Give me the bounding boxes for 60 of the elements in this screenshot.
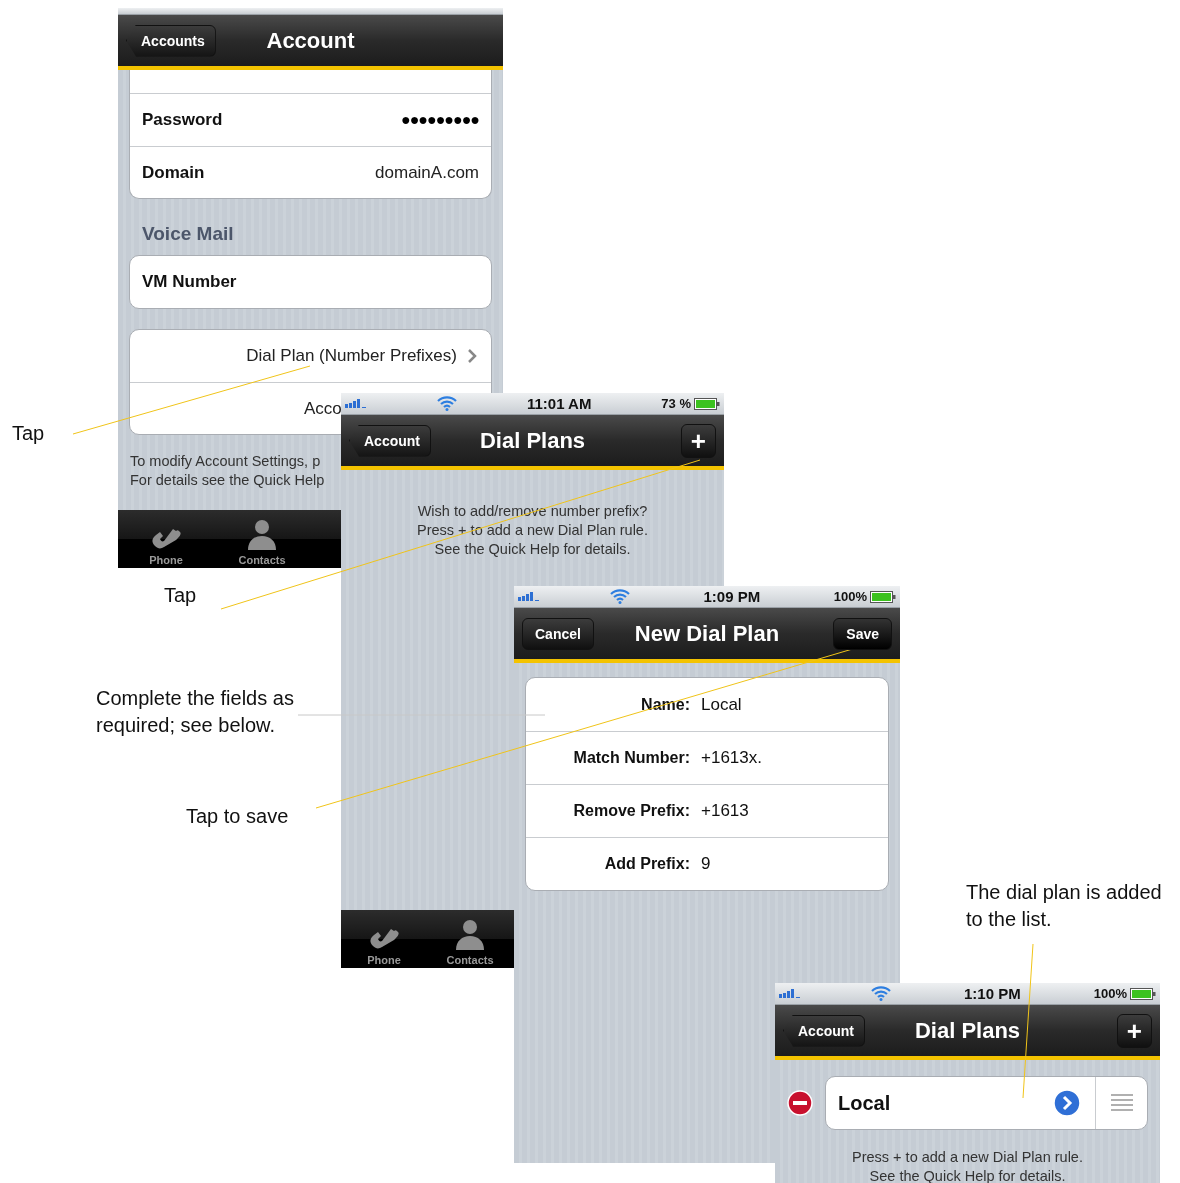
help-text: To modify Account Settings, p xyxy=(130,452,322,471)
list-item[interactable]: Local xyxy=(825,1076,1148,1130)
annotation-text: Tap xyxy=(164,583,197,608)
battery-icon xyxy=(694,397,720,410)
status-time: 1:09 PM xyxy=(702,588,762,605)
delete-icon[interactable] xyxy=(787,1090,813,1116)
battery-icon xyxy=(870,590,896,603)
person-icon xyxy=(245,518,279,550)
tab-item[interactable]: Contacts xyxy=(427,910,513,968)
vm-number-field[interactable]: VM Number xyxy=(129,255,492,309)
field-label: Add Prefix: xyxy=(603,855,690,873)
field-label: Match Number: xyxy=(572,749,690,767)
link-row-label[interactable]: Dial Plan (Number Prefixes) xyxy=(246,346,457,366)
tab-item[interactable]: Phone xyxy=(118,510,214,568)
signal-icon xyxy=(345,399,367,408)
screen-title: Dial Plans xyxy=(914,1017,1021,1043)
wifi-icon xyxy=(437,396,457,411)
help-text: For details see the Quick Help xyxy=(130,471,326,490)
signal-icon xyxy=(518,592,540,601)
annotation-text: Tap to save xyxy=(186,804,289,829)
message-text: Press + to add a new Dial Plan rule. xyxy=(851,1148,1084,1167)
battery-icon xyxy=(1130,987,1156,1000)
add-button[interactable]: + xyxy=(680,423,716,458)
battery-percent: 73 % xyxy=(661,396,691,411)
tab-item[interactable]: Phone xyxy=(341,910,427,968)
back-button[interactable]: Accounts xyxy=(126,24,216,57)
wifi-icon xyxy=(871,986,891,1001)
person-icon xyxy=(453,918,487,950)
wifi-icon xyxy=(610,589,630,604)
signal-icon xyxy=(779,989,801,998)
annotation-text: The dial plan is added to the list. xyxy=(966,880,1163,932)
chevron-icon xyxy=(467,349,477,363)
row-value: ●●●●●●●●● xyxy=(401,111,479,129)
screen-title: Account xyxy=(266,27,355,53)
row-value: domainA.com xyxy=(375,162,479,183)
battery-percent: 100% xyxy=(1093,986,1127,1001)
row-label: Domain xyxy=(142,162,205,183)
annotation-text: Tap xyxy=(12,421,45,446)
tab-item[interactable]: Contacts xyxy=(214,510,310,568)
message-text: See the Quick Help for details. xyxy=(433,540,632,559)
add-button[interactable]: + xyxy=(1116,1013,1152,1048)
link-row-label[interactable]: Acco xyxy=(304,398,342,419)
field-label: Remove Prefix: xyxy=(572,802,690,820)
status-time: 1:10 PM xyxy=(963,985,1022,1002)
save-button[interactable]: Save xyxy=(833,617,892,650)
battery-percent: 100% xyxy=(833,589,867,604)
status-time: 11:01 AM xyxy=(525,395,593,412)
section-header: Voice Mail xyxy=(141,222,235,246)
screen-title: Dial Plans xyxy=(479,427,586,453)
screen-title: New Dial Plan xyxy=(634,620,780,646)
field-value[interactable]: 9 xyxy=(701,854,711,874)
field-value[interactable]: +1613x. xyxy=(701,748,762,768)
back-button[interactable]: Account xyxy=(783,1014,865,1047)
annotation-text: Complete the fields as required; see below. xyxy=(96,686,295,738)
cancel-button[interactable]: Cancel xyxy=(522,617,594,650)
back-button[interactable]: Account xyxy=(349,424,431,457)
row-label: Password xyxy=(142,110,223,130)
field-value[interactable]: +1613 xyxy=(701,801,749,821)
field-value[interactable]: Local xyxy=(701,694,742,715)
disclosure-icon[interactable] xyxy=(1053,1089,1081,1117)
